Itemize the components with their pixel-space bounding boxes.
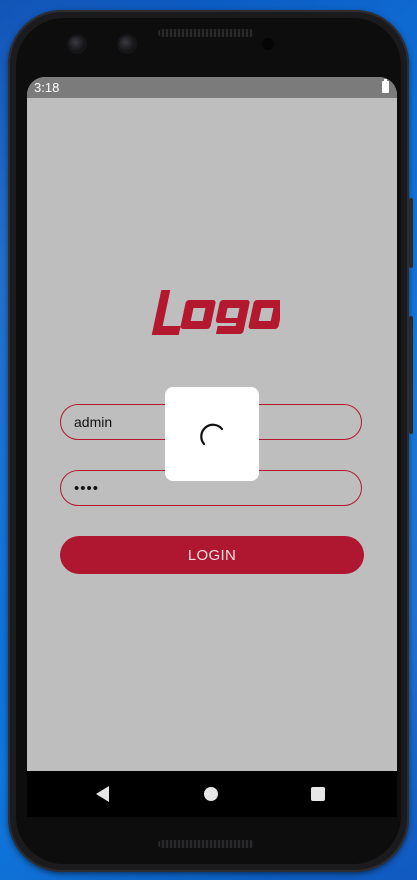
- recents-square-icon[interactable]: [311, 787, 325, 801]
- login-button[interactable]: LOGIN: [60, 536, 364, 574]
- home-circle-icon[interactable]: [204, 787, 218, 801]
- navigation-bar: [27, 771, 397, 817]
- proximity-sensor: [262, 38, 274, 50]
- status-time: 3:18: [34, 80, 60, 95]
- battery-full-icon: [382, 79, 389, 93]
- status-bar: 3:18: [27, 77, 397, 98]
- loading-dialog: [165, 387, 259, 481]
- logo-image: [151, 290, 280, 335]
- volume-rocker[interactable]: [409, 316, 413, 434]
- front-camera-icon: [119, 36, 135, 52]
- earpiece-speaker: [158, 29, 254, 37]
- device-screen: 3:18 LOGIN: [27, 77, 397, 817]
- loading-spinner-icon: [200, 423, 224, 446]
- bottom-speaker: [158, 840, 254, 848]
- back-triangle-icon[interactable]: [96, 786, 109, 802]
- front-camera-icon: [69, 36, 85, 52]
- login-screen: LOGIN: [27, 98, 397, 771]
- power-button[interactable]: [409, 198, 413, 268]
